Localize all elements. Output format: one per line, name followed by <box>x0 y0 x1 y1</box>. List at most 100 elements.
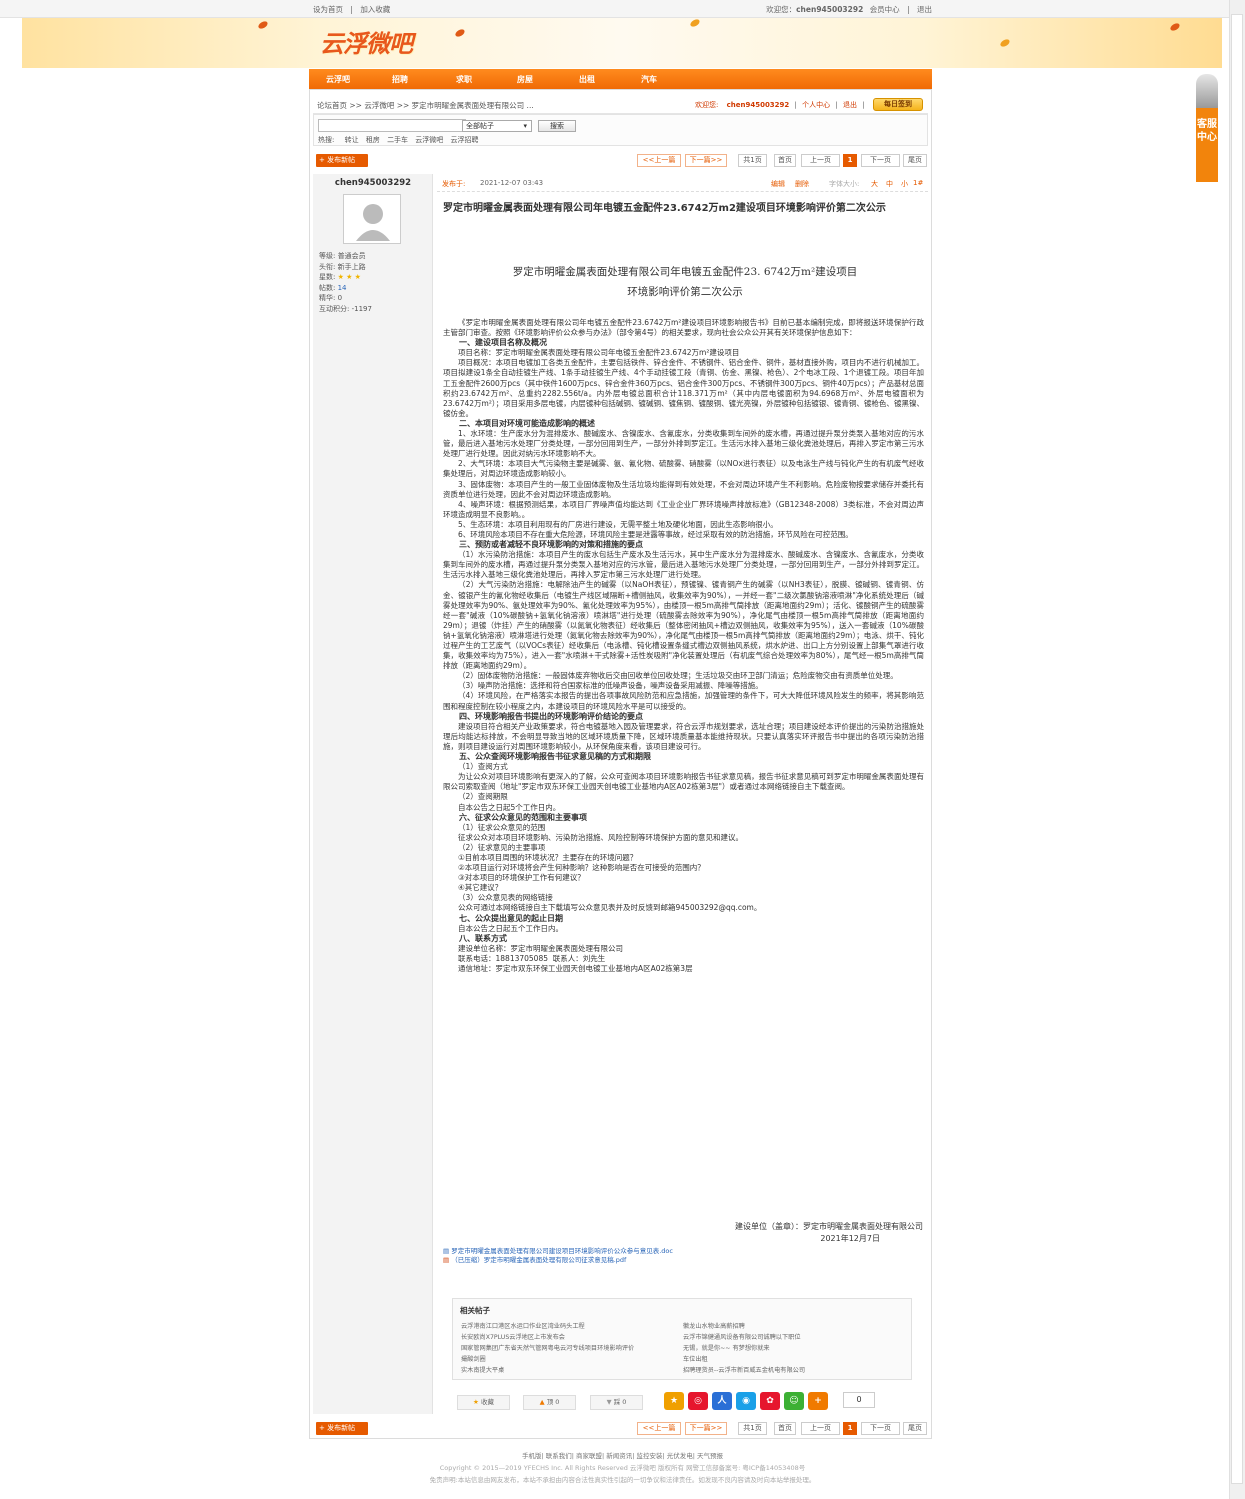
body-paragraph: 1、水环境：生产废水分为混排废水、酸碱废水、含镍废水、含氰废水，分类收集到车间外… <box>443 429 924 459</box>
new-post-button[interactable]: + 发布新帖 <box>316 154 368 167</box>
renren-share-icon[interactable]: 人 <box>712 1392 732 1410</box>
breadcrumb-path[interactable]: 论坛首页 >> 云浮微吧 >> 罗定市明曜金属表面处理有限公司 ... <box>317 100 534 111</box>
hot-search-link[interactable]: 云浮微吧 <box>415 136 443 144</box>
nav-item[interactable]: 招聘 <box>392 74 408 85</box>
related-link[interactable]: 招聘理货员--云浮市新百威五金机电有限公司 <box>683 1365 805 1374</box>
prev-page-button[interactable]: 上一页 <box>801 1422 840 1435</box>
hot-search-link[interactable]: 二手车 <box>387 136 408 144</box>
pdf-file-icon: ▤ <box>443 1256 450 1264</box>
hot-search-link[interactable]: 云浮招聘 <box>451 136 479 144</box>
logout-link[interactable]: 退出 <box>843 101 857 109</box>
related-link[interactable]: 国家管网集团广东省天然气管网粤电云河专线项目环境影响评价 <box>461 1343 634 1352</box>
body-paragraph: 建设单位名称：罗定市明曜金属表面处理有限公司 <box>458 943 623 953</box>
last-page-button[interactable]: 尾页 <box>903 154 927 167</box>
avatar[interactable] <box>343 194 401 244</box>
body-paragraph: 征求公众对本项目环境影响、污染防治措施、风险控制等环境保护方面的意见和建议。 <box>458 832 743 842</box>
search-button[interactable]: 搜索 <box>538 120 576 132</box>
next-post-link[interactable]: 下一篇>> <box>685 154 727 167</box>
font-mid-button[interactable]: 中 <box>886 179 893 189</box>
nav-item[interactable]: 云浮吧 <box>326 74 350 85</box>
attachment-name: （已压缩）罗定市明曜金属表面处理有限公司征求意见稿.pdf <box>451 1256 627 1264</box>
weibo-share-icon[interactable]: ◎ <box>688 1392 708 1410</box>
related-link[interactable]: 云浮市锦健通风设备有限公司诚聘以下职位 <box>683 1332 801 1341</box>
prev-post-link[interactable]: <<上一篇 <box>637 154 681 167</box>
qzone-share-icon[interactable]: ★ <box>664 1392 684 1410</box>
upvote-button[interactable]: ▲ 顶 0 <box>523 1395 576 1410</box>
top-user: 欢迎您：chen945003292 会员中心 | 退出 <box>766 4 932 15</box>
favorite-button[interactable]: ★ 收藏 <box>457 1395 510 1410</box>
stat-value[interactable]: 14 <box>338 284 347 292</box>
personal-center-link[interactable]: 个人中心 <box>802 101 830 109</box>
next-page-button[interactable]: 下一页 <box>861 1422 900 1435</box>
document-title-line: 环境影响评价第二次公示 <box>627 286 743 298</box>
daily-signin-button[interactable]: 每日签到 <box>873 98 923 111</box>
new-post-button[interactable]: + 发布新帖 <box>316 1422 368 1435</box>
hot-search-link[interactable]: 转让 <box>345 136 359 144</box>
nav-item[interactable]: 出租 <box>579 74 595 85</box>
search-scope-select[interactable]: 全部帖子 ▾ <box>462 120 532 132</box>
site-logo[interactable]: 云浮微吧 <box>320 24 413 59</box>
wechat-share-icon[interactable]: ☺ <box>784 1392 804 1410</box>
next-page-button[interactable]: 下一页 <box>861 154 900 167</box>
nav-item[interactable]: 汽车 <box>641 74 657 85</box>
tencent-weibo-share-icon[interactable]: ◉ <box>736 1392 756 1410</box>
username: chen945003292 <box>796 5 864 14</box>
button-label: 收藏 <box>480 1398 494 1406</box>
nav-item[interactable]: 房屋 <box>517 74 533 85</box>
more-share-icon[interactable]: + <box>808 1392 828 1410</box>
disclaimer: 免责声明:本站信息由网友发布，本站不承担由内容合法性真实性引起的一切争议和法律责… <box>429 1476 816 1484</box>
member-center-link[interactable]: 会员中心 <box>870 5 900 14</box>
search-box: 全部帖子 ▾ 搜索 热搜: 转让 租房 二手车 云浮微吧 云浮招聘 <box>313 114 928 146</box>
last-page-button[interactable]: 尾页 <box>903 1422 927 1435</box>
service-avatar[interactable] <box>1196 74 1218 108</box>
body-paragraph: 6、环境风险本项目不存在重大危险源，环境风险主要是泄露等事故，经过采取有效的防治… <box>458 529 853 539</box>
edit-link[interactable]: 编辑 <box>771 179 785 189</box>
prev-post-link[interactable]: <<上一篇 <box>637 1422 681 1435</box>
author-sidebar: chen945003292 等级: 普通会员 头衔: 新手上路 星数: ★ ★ … <box>313 174 433 1414</box>
prev-page-button[interactable]: 上一页 <box>801 154 840 167</box>
body-paragraph: 自本公告之日起五个工作日内。 <box>458 923 563 933</box>
author-name[interactable]: chen945003292 <box>313 178 433 188</box>
delete-link[interactable]: 删除 <box>795 179 809 189</box>
customer-service-button[interactable]: 客服中心 <box>1196 108 1218 182</box>
related-link[interactable]: 徽龙山水物业高薪招聘 <box>683 1321 745 1330</box>
select-value: 全部帖子 <box>466 122 494 130</box>
search-input[interactable] <box>318 119 466 132</box>
thumb-down-icon: ▼ <box>606 1398 612 1406</box>
button-label: 发布新帖 <box>327 156 356 164</box>
related-link[interactable]: 实木南提大平桌 <box>461 1365 504 1374</box>
hot-label: 热搜: <box>318 136 335 144</box>
username[interactable]: chen945003292 <box>727 101 790 109</box>
font-big-button[interactable]: 大 <box>871 179 878 189</box>
font-small-button[interactable]: 小 <box>901 179 908 189</box>
related-link[interactable]: 长安欧尚X7PLUS云浮地区上市发布会 <box>461 1332 565 1341</box>
post-body: 《罗定市明曜金属表面处理有限公司年电镀五金配件23.6742万m²建设项目环境影… <box>443 318 924 974</box>
related-link[interactable]: 撮酸剑圈 <box>461 1354 486 1363</box>
first-page-button[interactable]: 首页 <box>774 154 796 167</box>
stat-label: 精华: <box>319 294 336 303</box>
related-link[interactable]: 无锡，就是你~~ 有梦想你就来 <box>683 1343 770 1352</box>
scrollbar-thumb[interactable] <box>1231 14 1243 1484</box>
attachment-link[interactable]: ▤ （已压缩）罗定市明曜金属表面处理有限公司征求意见稿.pdf <box>443 1254 626 1264</box>
hot-search-link[interactable]: 租房 <box>366 136 380 144</box>
related-link[interactable]: 车位出租 <box>683 1354 708 1363</box>
first-page-button[interactable]: 首页 <box>774 1422 796 1435</box>
qq-share-icon[interactable]: ✿ <box>760 1392 780 1410</box>
current-page[interactable]: 1 <box>843 154 857 167</box>
add-favorite-link[interactable]: 加入收藏 <box>360 5 390 14</box>
related-link[interactable]: 云浮港南江口港区水运口作业区湾业码头工程 <box>461 1321 585 1330</box>
nav-item[interactable]: 求职 <box>456 74 472 85</box>
top-links: 设为首页 | 加入收藏 <box>313 4 390 15</box>
footer-links[interactable]: 手机版| 联系我们| 商家联盟| 新闻资讯| 监控安装| 光伏发电| 天气预报 <box>0 1450 1245 1462</box>
body-paragraph: 公众可通过本网络链接自主下载填写公众意见表并及时反馈到邮箱945003292@q… <box>458 903 762 913</box>
downvote-button[interactable]: ▼ 踩 0 <box>590 1395 643 1410</box>
body-paragraph: ②本项目运行对环境将会产生何种影响？这种影响是否在可接受的范围内？ <box>458 863 705 873</box>
document-title-line: 罗定市明曜金属表面处理有限公司年电镀五金配件23. 6742万m²建设项目 <box>512 266 858 278</box>
set-home-link[interactable]: 设为首页 <box>313 5 343 14</box>
logout-link[interactable]: 退出 <box>917 5 932 14</box>
button-label: 踩 0 <box>613 1398 627 1406</box>
next-post-link[interactable]: 下一篇>> <box>685 1422 727 1435</box>
body-paragraph: 建设项目符合相关产业政策要求，符合电镀基地入园及管理要求，符合云浮市规划要求，选… <box>443 721 924 751</box>
current-page[interactable]: 1 <box>843 1422 857 1435</box>
footer: 手机版| 联系我们| 商家联盟| 新闻资讯| 监控安装| 光伏发电| 天气预报 … <box>0 1450 1245 1486</box>
